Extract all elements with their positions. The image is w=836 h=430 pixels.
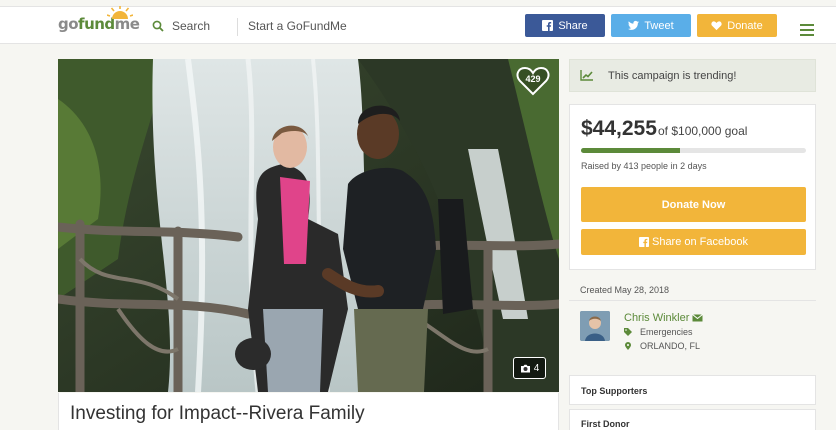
search-link[interactable]: Search [152,17,210,35]
tweet-button-label: Tweet [644,19,674,32]
search-icon [152,20,164,32]
envelope-icon[interactable] [692,314,704,322]
goal-text: of $100,000 goal [658,124,748,138]
share-button[interactable]: Share [525,14,605,37]
share-button-label: Share [558,19,588,32]
organizer-category[interactable]: Emergencies [624,327,693,337]
facebook-icon [638,237,649,247]
campaign-title: Investing for Impact--Rivera Family [70,403,365,424]
campaign-title-card: Investing for Impact--Rivera Family [58,393,559,430]
top-navigation-bar: gofundme Search Start a GoFundMe Share T… [0,6,836,44]
goal-progress-bar [581,148,806,153]
heart-count: 429 [525,74,541,84]
camera-icon [520,364,530,372]
facebook-icon [542,20,554,31]
amount-raised: $44,255 [581,117,657,140]
trend-chart-icon [580,70,593,81]
twitter-icon [628,20,640,30]
organizer-name-link[interactable]: Chris Winkler [624,312,704,324]
first-donor-card: First Donor [569,409,816,430]
share-on-facebook-label: Share on Facebook [651,236,748,248]
avatar-image [580,311,610,341]
photo-count-value: 4 [533,362,540,374]
organizer-name: Chris Winkler [624,312,690,324]
menu-icon[interactable] [800,24,814,36]
share-on-facebook-button[interactable]: Share on Facebook [581,229,806,255]
start-a-gofundme-link[interactable]: Start a GoFundMe [248,19,347,33]
organizer-avatar[interactable] [580,311,610,341]
tag-icon [624,328,632,336]
top-supporters-card: Top Supporters [569,375,816,405]
trending-text: This campaign is trending! [608,70,737,82]
logo-sun-icon [107,6,133,19]
search-label: Search [172,19,211,33]
photo-count-badge[interactable]: 4 [513,357,546,379]
organizer-category-label: Emergencies [640,327,693,337]
donate-header-button[interactable]: Donate [697,14,777,37]
raised-by-text: Raised by 413 people in 2 days [581,161,707,171]
first-donor-title: First Donor [581,419,630,429]
goal-progress-fill [581,148,680,153]
heart-icon [711,21,722,31]
donate-header-label: Donate [727,19,763,32]
top-supporters-title: Top Supporters [581,386,648,396]
created-date: Created May 28, 2018 [580,285,670,295]
trending-banner: This campaign is trending! [569,59,816,92]
organizer-divider [569,300,816,301]
nav-divider [237,18,238,36]
waterfall-couple-image [58,59,559,392]
donate-now-button[interactable]: Donate Now [581,187,806,222]
organizer-location: ORLANDO, FL [624,341,700,351]
donation-goal-card: $44,255 of $100,000 goal Raised by 413 p… [569,104,816,270]
map-pin-icon [625,342,631,350]
campaign-photo[interactable]: 429 4 [58,59,559,392]
organizer-location-label: ORLANDO, FL [640,341,701,351]
tweet-button[interactable]: Tweet [611,14,691,37]
gofundme-logo[interactable]: gofundme [58,6,140,37]
